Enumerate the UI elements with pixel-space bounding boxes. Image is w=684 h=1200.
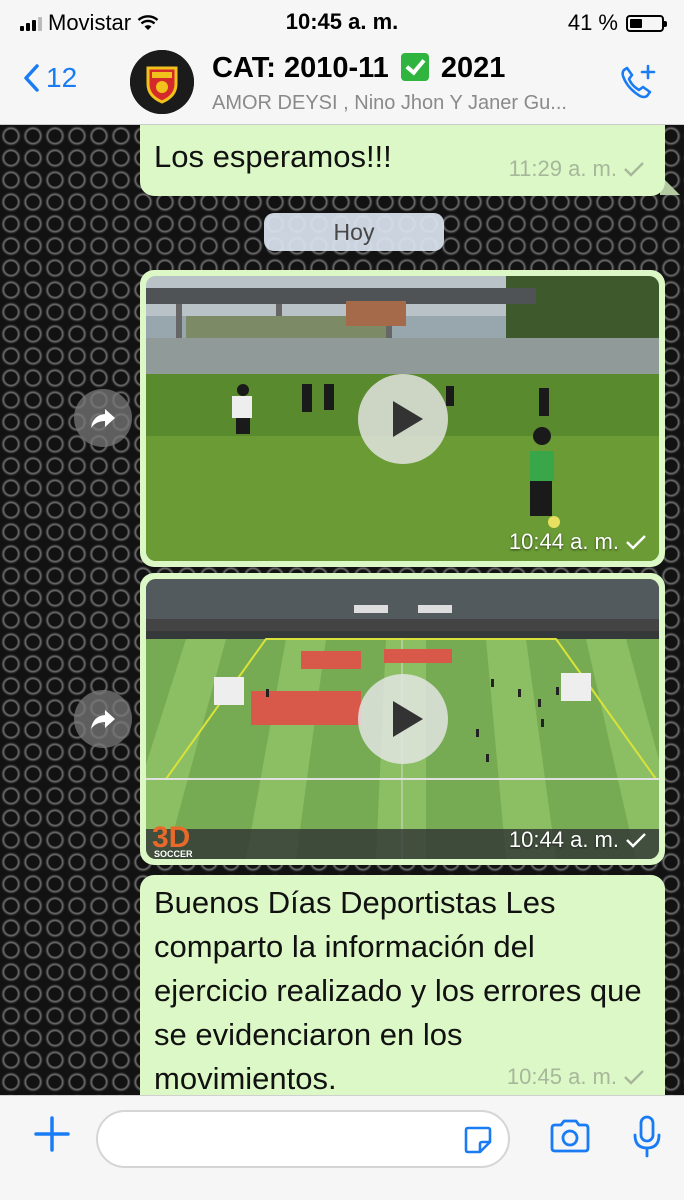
share-arrow-icon xyxy=(91,409,115,428)
chevron-left-icon xyxy=(24,64,39,92)
composer xyxy=(0,1095,684,1200)
message-meta: 10:44 a. m. xyxy=(509,827,647,853)
group-avatar[interactable] xyxy=(130,50,194,114)
sticker-button[interactable] xyxy=(462,1124,494,1161)
single-check-icon xyxy=(624,1070,644,1085)
add-call-button[interactable] xyxy=(616,62,658,109)
forward-button[interactable] xyxy=(74,389,132,447)
single-check-icon xyxy=(626,833,646,848)
single-check-icon xyxy=(624,162,644,177)
chat-area[interactable]: Los esperamos!!! 11:29 a. m. Hoy 10:44 a… xyxy=(0,125,684,1095)
message-bubble[interactable]: Buenos Días Deportistas Les comparto la … xyxy=(140,875,665,1095)
message-meta: 10:44 a. m. xyxy=(509,529,647,555)
message-input[interactable] xyxy=(116,1122,420,1158)
plus-icon xyxy=(34,1116,70,1152)
play-button[interactable] xyxy=(357,373,448,464)
back-button[interactable]: 12 xyxy=(22,62,77,94)
attach-button[interactable] xyxy=(32,1114,72,1159)
battery-percent: 41 % xyxy=(567,10,618,35)
status-bar: Movistar 10:45 a. m. 41 % xyxy=(0,0,684,44)
forward-button[interactable] xyxy=(74,690,132,748)
message-meta: 11:29 a. m. xyxy=(509,156,645,182)
check-mark-icon xyxy=(400,53,429,81)
phone-plus-icon xyxy=(621,64,656,99)
video-message[interactable]: 10:44 a. m. xyxy=(140,270,665,567)
day-separator: Hoy xyxy=(264,213,444,251)
microphone-icon xyxy=(633,1115,661,1158)
message-input-field[interactable] xyxy=(96,1110,510,1168)
battery-icon xyxy=(626,14,667,32)
status-right: 41 % xyxy=(567,10,667,36)
group-members[interactable]: AMOR DEYSI , Nino Jhon Y Janer Gu... xyxy=(212,92,607,115)
unread-count: 12 xyxy=(46,62,78,93)
video-thumbnail xyxy=(146,276,659,561)
single-check-icon xyxy=(626,535,646,550)
chat-header: 12 CAT: 2010-11 2021 AMOR DEYSI , Nino J… xyxy=(0,44,684,125)
video-message[interactable]: 3D SOCCER 10:44 a. m. xyxy=(140,573,665,865)
message-meta: 10:45 a. m. xyxy=(507,1064,645,1090)
svg-text:SOCCER: SOCCER xyxy=(154,849,193,859)
voice-note-button[interactable] xyxy=(630,1114,664,1165)
sticker-icon xyxy=(464,1126,492,1154)
message-text: Buenos Días Deportistas Les comparto la … xyxy=(154,885,642,1095)
camera-button[interactable] xyxy=(548,1118,592,1159)
share-arrow-icon xyxy=(91,710,115,729)
club-crest-icon xyxy=(130,50,194,114)
video-thumbnail: 3D SOCCER xyxy=(146,579,659,859)
chat-title[interactable]: CAT: 2010-11 2021 xyxy=(212,52,505,85)
camera-icon xyxy=(550,1119,590,1153)
play-button[interactable] xyxy=(357,674,448,764)
message-text: Los esperamos!!! xyxy=(154,139,392,174)
message-bubble[interactable]: Los esperamos!!! 11:29 a. m. xyxy=(140,125,665,196)
